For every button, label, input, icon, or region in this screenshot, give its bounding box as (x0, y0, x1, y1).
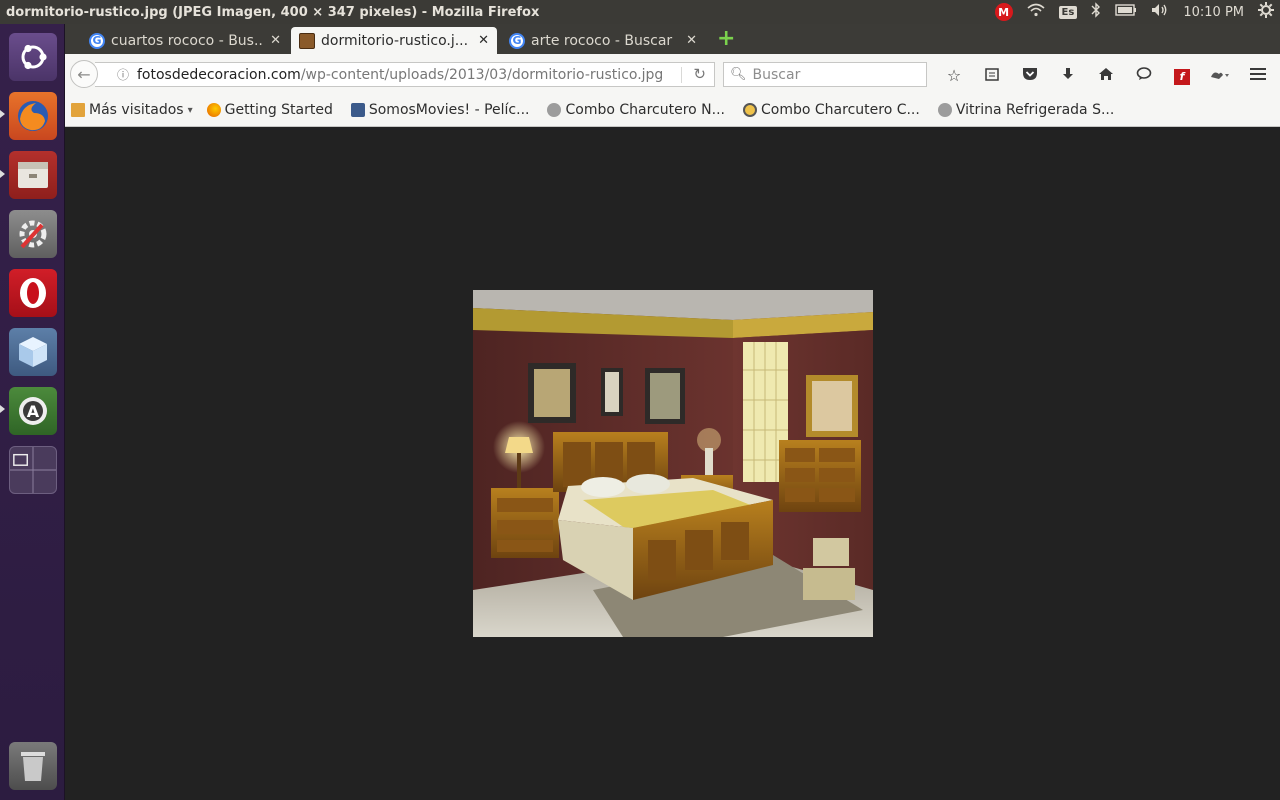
google-icon: G (89, 32, 105, 49)
tab-label: cuartos rococo - Bus... (111, 32, 263, 49)
svg-text:A: A (26, 402, 39, 421)
globe-icon (937, 103, 952, 117)
bookmarks-toolbar: Más visitados ▾ Getting Started SomosMov… (65, 94, 1280, 127)
url-path: /wp-content/uploads/2013/03/dormitorio-r… (300, 66, 664, 83)
battery-icon[interactable] (1115, 4, 1137, 20)
bookmark-label: Combo Charcutero C... (761, 102, 920, 118)
bookmark-combo-charcutero-c[interactable]: Combo Charcutero C... (743, 102, 920, 118)
page-content (65, 128, 1280, 800)
search-input[interactable]: 🔍︎ Buscar (723, 62, 927, 87)
google-icon: G (509, 32, 525, 49)
session-gear-icon[interactable] (1258, 2, 1274, 22)
bookmark-vitrina-refrigerada[interactable]: Vitrina Refrigerada S... (937, 102, 1115, 118)
combo-icon (743, 103, 758, 117)
ubuntu-dash-icon[interactable] (7, 31, 58, 82)
tab-dormitorio-rustico[interactable]: dormitorio-rustico.j... ✕ (291, 27, 497, 54)
pocket-icon[interactable] (1011, 66, 1049, 85)
system-settings-icon[interactable] (7, 208, 58, 259)
bookmark-label: Getting Started (224, 102, 333, 118)
close-icon[interactable]: ✕ (270, 33, 281, 48)
home-icon[interactable] (1087, 66, 1125, 85)
url-bar[interactable]: ⓘ fotosdedecoracion.com/wp-content/uploa… (95, 62, 715, 87)
download-icon[interactable] (1049, 66, 1087, 85)
files-icon[interactable] (7, 149, 58, 200)
toolbar-icons: ☆ f (935, 64, 1277, 86)
bookmark-label: Combo Charcutero N... (565, 102, 726, 118)
url-divider (681, 67, 682, 83)
info-icon[interactable]: ⓘ (109, 66, 137, 83)
bedroom-photo[interactable] (473, 290, 873, 637)
mega-icon[interactable]: M (994, 3, 1013, 21)
back-arrow-icon: ← (77, 64, 91, 84)
new-tab-plus-icon[interactable]: + (717, 28, 735, 50)
window-title: dormitorio-rustico.jpg (JPEG Imagen, 400… (6, 4, 540, 20)
reload-icon[interactable]: ↻ (693, 65, 706, 83)
cube-app-icon[interactable] (7, 326, 58, 377)
close-icon[interactable]: ✕ (686, 33, 697, 48)
tab-cuartos-rococo[interactable]: G cuartos rococo - Bus... ✕ (81, 27, 289, 54)
opera-icon[interactable] (7, 267, 58, 318)
tab-label: arte rococo - Buscar ... (531, 32, 679, 49)
dropdown-arrow-icon: ▾ (187, 104, 193, 116)
bluetooth-icon[interactable] (1091, 2, 1101, 22)
tab-label: dormitorio-rustico.j... (321, 32, 469, 49)
url-host: fotosdedecoracion.com (137, 66, 301, 83)
navigation-toolbar: ⓘ fotosdedecoracion.com/wp-content/uploa… (65, 54, 1280, 94)
film-icon (350, 103, 365, 117)
unity-launcher: A (0, 24, 65, 800)
tab-arte-rococo[interactable]: G arte rococo - Buscar ... ✕ (501, 27, 705, 54)
hamburger-menu-icon[interactable] (1239, 66, 1277, 85)
workspace-switcher-icon[interactable] (7, 444, 58, 495)
clock[interactable]: 10:10 PM (1183, 5, 1244, 20)
extension-icon[interactable] (1201, 66, 1239, 85)
trash-icon[interactable] (7, 740, 58, 791)
tab-bar: G cuartos rococo - Bus... ✕ dormitorio-r… (65, 24, 1280, 54)
bookmark-combo-charcutero-n[interactable]: Combo Charcutero N... (547, 102, 725, 118)
chat-bubble-icon[interactable] (1125, 66, 1163, 85)
reading-list-icon[interactable] (973, 66, 1011, 85)
keyboard-layout-indicator[interactable]: Es (1058, 5, 1078, 19)
bookmark-getting-started[interactable]: Getting Started (206, 102, 333, 118)
volume-icon[interactable] (1151, 3, 1169, 21)
bookmark-star-icon[interactable]: ☆ (935, 66, 973, 85)
globe-icon (547, 103, 562, 117)
software-updater-icon[interactable]: A (7, 385, 58, 436)
bookmark-somosmovies[interactable]: SomosMovies! - Pelíc... (350, 102, 530, 118)
system-tray: M Es 10:10 PM (994, 0, 1280, 24)
top-panel: dormitorio-rustico.jpg (JPEG Imagen, 400… (0, 0, 1280, 24)
firefox-icon (206, 103, 221, 117)
wifi-icon[interactable] (1027, 3, 1045, 21)
bookmark-label: Vitrina Refrigerada S... (955, 102, 1115, 118)
image-icon (299, 32, 315, 49)
bookmark-mas-visitados[interactable]: Más visitados ▾ (71, 102, 193, 118)
firefox-icon[interactable] (7, 90, 58, 141)
search-placeholder: Buscar (752, 66, 801, 83)
folder-icon (71, 103, 85, 117)
bookmark-label: SomosMovies! - Pelíc... (368, 102, 530, 118)
flash-icon[interactable]: f (1163, 65, 1201, 85)
search-icon: 🔍︎ (730, 67, 747, 82)
close-icon[interactable]: ✕ (478, 33, 489, 48)
bookmark-label: Más visitados (89, 102, 184, 118)
back-button[interactable]: ← (70, 60, 98, 88)
